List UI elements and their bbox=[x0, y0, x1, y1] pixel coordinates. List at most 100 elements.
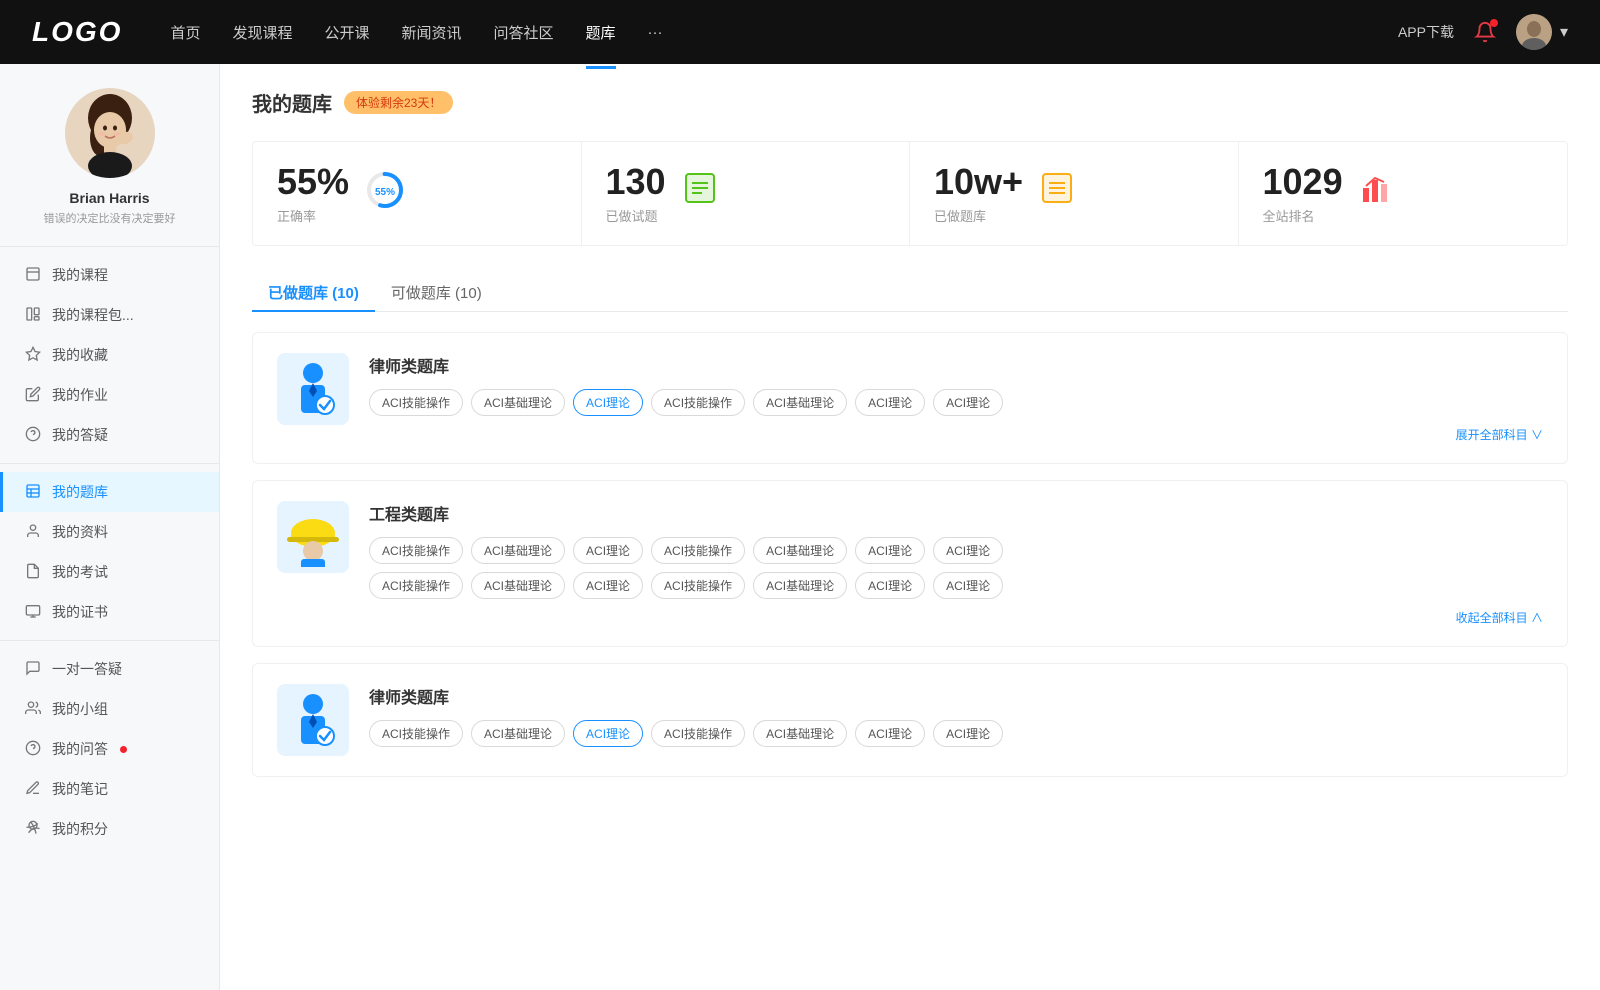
sidebar: Brian Harris 错误的决定比没有决定要好 我的课程 我的课程包... bbox=[0, 64, 220, 990]
stat-accuracy-value: 55% bbox=[277, 162, 349, 202]
ranking-chart-icon bbox=[1359, 170, 1395, 211]
tag-1b-5[interactable]: ACI理论 bbox=[855, 572, 925, 599]
sidebar-item-coursepack[interactable]: 我的课程包... bbox=[0, 295, 219, 335]
sidebar-item-points[interactable]: 我的积分 bbox=[0, 809, 219, 849]
notes-icon bbox=[24, 780, 42, 799]
main-content: 我的题库 体验剩余23天！ 55% 正确率 55% bbox=[220, 64, 1600, 990]
notification-bell[interactable] bbox=[1474, 21, 1496, 43]
page-title: 我的题库 bbox=[252, 88, 332, 117]
sidebar-item-exam[interactable]: 我的考试 bbox=[0, 552, 219, 592]
nav-more[interactable]: ··· bbox=[648, 20, 663, 45]
sidebar-label-profile: 我的资料 bbox=[52, 522, 108, 542]
tabs-row: 已做题库 (10) 可做题库 (10) bbox=[252, 274, 1568, 312]
qbank-card-2: 律师类题库 ACI技能操作 ACI基础理论 ACI理论 ACI技能操作 ACI基… bbox=[252, 663, 1568, 777]
tag-2-0[interactable]: ACI技能操作 bbox=[369, 720, 463, 747]
onetoone-icon bbox=[24, 660, 42, 679]
tag-1b-6[interactable]: ACI理论 bbox=[933, 572, 1003, 599]
tab-done[interactable]: 已做题库 (10) bbox=[252, 274, 375, 311]
tag-0-5[interactable]: ACI理论 bbox=[855, 389, 925, 416]
tag-2-3[interactable]: ACI技能操作 bbox=[651, 720, 745, 747]
nav-home[interactable]: 首页 bbox=[170, 18, 200, 47]
sidebar-item-qbank[interactable]: 我的题库 bbox=[0, 472, 219, 512]
user-avatar-menu[interactable]: ▾ bbox=[1516, 14, 1568, 50]
navbar: LOGO 首页 发现课程 公开课 新闻资讯 问答社区 题库 ··· APP下载 bbox=[0, 0, 1600, 64]
tag-2-4[interactable]: ACI基础理论 bbox=[753, 720, 847, 747]
nav-discover[interactable]: 发现课程 bbox=[232, 18, 292, 47]
qbank-header-1: 工程类题库 ACI技能操作 ACI基础理论 ACI理论 ACI技能操作 ACI基… bbox=[277, 501, 1543, 626]
qbank-icon-lawyer-2 bbox=[277, 684, 349, 756]
accuracy-chart-icon: 55% bbox=[365, 170, 405, 215]
sidebar-item-favorites[interactable]: 我的收藏 bbox=[0, 335, 219, 375]
chevron-down-icon: ▾ bbox=[1560, 22, 1568, 42]
stat-accuracy-label: 正确率 bbox=[277, 206, 349, 225]
tag-2-2[interactable]: ACI理论 bbox=[573, 720, 643, 747]
qbank-header-0: 律师类题库 ACI技能操作 ACI基础理论 ACI理论 ACI技能操作 ACI基… bbox=[277, 353, 1543, 443]
tab-available[interactable]: 可做题库 (10) bbox=[375, 274, 498, 311]
qbank-card-1: 工程类题库 ACI技能操作 ACI基础理论 ACI理论 ACI技能操作 ACI基… bbox=[252, 480, 1568, 647]
sidebar-item-course[interactable]: 我的课程 bbox=[0, 255, 219, 295]
sidebar-label-homework: 我的作业 bbox=[52, 385, 108, 405]
sidebar-item-profile[interactable]: 我的资料 bbox=[0, 512, 219, 552]
tag-0-6[interactable]: ACI理论 bbox=[933, 389, 1003, 416]
certificate-icon bbox=[24, 603, 42, 622]
sidebar-label-coursepack: 我的课程包... bbox=[52, 305, 134, 325]
qbank-body-1: 工程类题库 ACI技能操作 ACI基础理论 ACI理论 ACI技能操作 ACI基… bbox=[369, 501, 1543, 626]
tag-0-1[interactable]: ACI基础理论 bbox=[471, 389, 565, 416]
sidebar-item-onetoone[interactable]: 一对一答疑 bbox=[0, 649, 219, 689]
collapse-btn-1[interactable]: 收起全部科目 ∧ bbox=[369, 609, 1543, 626]
tag-1b-2[interactable]: ACI理论 bbox=[573, 572, 643, 599]
stat-done-qbank-value: 10w+ bbox=[934, 162, 1023, 202]
sidebar-label-points: 我的积分 bbox=[52, 819, 108, 839]
tag-0-3[interactable]: ACI技能操作 bbox=[651, 389, 745, 416]
sidebar-label-notes: 我的笔记 bbox=[52, 779, 108, 799]
coursepack-icon bbox=[24, 306, 42, 325]
tag-1b-1[interactable]: ACI基础理论 bbox=[471, 572, 565, 599]
sidebar-divider-1 bbox=[0, 463, 219, 464]
qbank-count-icon bbox=[1039, 170, 1075, 211]
sidebar-item-certificate[interactable]: 我的证书 bbox=[0, 592, 219, 632]
tag-1-1[interactable]: ACI基础理论 bbox=[471, 537, 565, 564]
nav-qa[interactable]: 问答社区 bbox=[494, 18, 554, 47]
tag-1b-0[interactable]: ACI技能操作 bbox=[369, 572, 463, 599]
sidebar-item-notes[interactable]: 我的笔记 bbox=[0, 769, 219, 809]
sidebar-label-course: 我的课程 bbox=[52, 265, 108, 285]
app-download-button[interactable]: APP下载 bbox=[1398, 22, 1454, 42]
tag-1-4[interactable]: ACI基础理论 bbox=[753, 537, 847, 564]
sidebar-label-certificate: 我的证书 bbox=[52, 602, 108, 622]
sidebar-item-group[interactable]: 我的小组 bbox=[0, 689, 219, 729]
sidebar-label-exam: 我的考试 bbox=[52, 562, 108, 582]
sidebar-item-myqa[interactable]: 我的问答 bbox=[0, 729, 219, 769]
profile-section: Brian Harris 错误的决定比没有决定要好 bbox=[0, 88, 219, 247]
tag-1-2[interactable]: ACI理论 bbox=[573, 537, 643, 564]
tag-2-5[interactable]: ACI理论 bbox=[855, 720, 925, 747]
expand-btn-0[interactable]: 展开全部科目 ∨ bbox=[369, 426, 1543, 443]
tag-1-6[interactable]: ACI理论 bbox=[933, 537, 1003, 564]
tag-2-6[interactable]: ACI理论 bbox=[933, 720, 1003, 747]
sidebar-label-myqa: 我的问答 bbox=[52, 739, 108, 759]
nav-news[interactable]: 新闻资讯 bbox=[402, 18, 462, 47]
tag-1-0[interactable]: ACI技能操作 bbox=[369, 537, 463, 564]
tag-2-1[interactable]: ACI基础理论 bbox=[471, 720, 565, 747]
sidebar-item-homework[interactable]: 我的作业 bbox=[0, 375, 219, 415]
sidebar-item-qa[interactable]: 我的答疑 bbox=[0, 415, 219, 455]
course-icon bbox=[24, 266, 42, 285]
stat-done-questions: 130 已做试题 bbox=[582, 142, 911, 245]
questions-icon bbox=[682, 170, 718, 211]
nav-qbank[interactable]: 题库 bbox=[586, 18, 616, 47]
tag-0-4[interactable]: ACI基础理论 bbox=[753, 389, 847, 416]
tag-1-3[interactable]: ACI技能操作 bbox=[651, 537, 745, 564]
sidebar-menu: 我的课程 我的课程包... 我的收藏 我的作业 bbox=[0, 255, 219, 849]
tag-1b-4[interactable]: ACI基础理论 bbox=[753, 572, 847, 599]
tag-1b-3[interactable]: ACI技能操作 bbox=[651, 572, 745, 599]
stats-row: 55% 正确率 55% 130 已做试题 bbox=[252, 141, 1568, 246]
tag-1-5[interactable]: ACI理论 bbox=[855, 537, 925, 564]
svg-text:55%: 55% bbox=[375, 187, 395, 198]
qbank-card-0: 律师类题库 ACI技能操作 ACI基础理论 ACI理论 ACI技能操作 ACI基… bbox=[252, 332, 1568, 464]
qbank-title-2: 律师类题库 bbox=[369, 684, 1543, 708]
sidebar-label-group: 我的小组 bbox=[52, 699, 108, 719]
profile-avatar bbox=[65, 88, 155, 178]
nav-opencourse[interactable]: 公开课 bbox=[324, 18, 369, 47]
tag-0-0[interactable]: ACI技能操作 bbox=[369, 389, 463, 416]
tag-0-2[interactable]: ACI理论 bbox=[573, 389, 643, 416]
qbank-title-0: 律师类题库 bbox=[369, 353, 1543, 377]
